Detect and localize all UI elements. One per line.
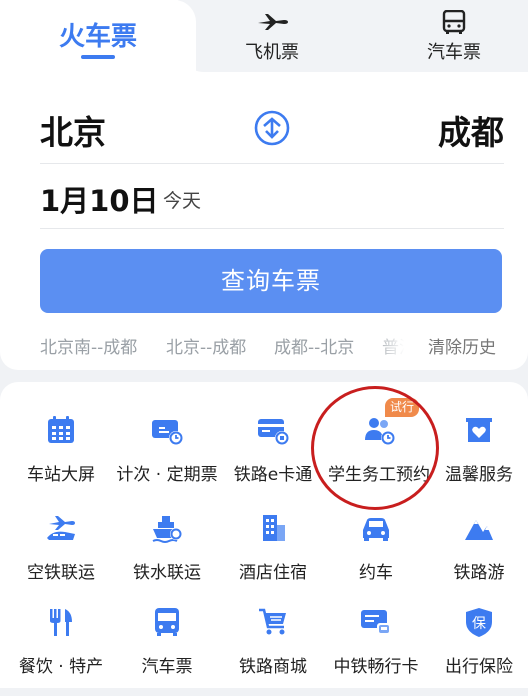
history-item[interactable]: 成都--北京: [274, 333, 354, 358]
service-label: 出行保险: [445, 657, 513, 677]
calendar-grid-icon: [48, 416, 74, 443]
bus-icon: [155, 608, 179, 636]
tab-bus-tickets[interactable]: 汽车票: [394, 0, 514, 72]
service-food-specialty[interactable]: 餐饮 · 特产: [8, 606, 114, 696]
service-bus-tickets[interactable]: 汽车票: [114, 606, 220, 696]
service-railway-mall[interactable]: 铁路商城: [220, 606, 326, 696]
divider: [40, 228, 504, 229]
tab-flight-label: 飞机票: [245, 42, 299, 63]
service-count-ticket[interactable]: 计次 · 定期票: [114, 414, 220, 504]
service-station-screen[interactable]: 车站大屏: [8, 414, 114, 504]
arrival-city[interactable]: 成都: [438, 106, 504, 154]
car-icon: [363, 518, 389, 541]
active-tab-indicator: [81, 55, 115, 59]
service-ride-hailing[interactable]: 约车: [323, 512, 429, 602]
service-label: 车站大屏: [27, 465, 95, 485]
highlight-ring: [311, 386, 439, 510]
mountain-icon: [465, 520, 493, 540]
ticket-type-tabs: 火车票 飞机票 汽车票: [0, 0, 528, 72]
service-railway-ecard[interactable]: 铁路e卡通: [220, 414, 326, 504]
swap-cities-icon[interactable]: [252, 108, 292, 148]
clear-history-button[interactable]: 清除历史: [428, 333, 496, 358]
service-china-rail-card[interactable]: 中铁畅行卡: [323, 606, 429, 696]
svg-text:保: 保: [472, 616, 486, 632]
card-train-icon: [258, 419, 289, 445]
service-label: 汽车票: [141, 657, 193, 677]
service-label: 空铁联运: [27, 563, 95, 583]
bus-icon: [442, 10, 466, 34]
service-hotel[interactable]: 酒店住宿: [220, 512, 326, 602]
history-item[interactable]: 北京南--成都: [40, 333, 137, 358]
service-label: 计次 · 定期票: [116, 465, 218, 485]
ticket-search-card: 火车票 飞机票 汽车票 北京 成都 1月10日 今天 查询车票 北京南--成都 …: [0, 0, 528, 370]
plane-train-icon: [47, 516, 75, 540]
divider: [40, 163, 504, 164]
service-warm-service[interactable]: 温馨服务: [426, 414, 528, 504]
history-item[interactable]: 北京--成都: [166, 333, 246, 358]
service-label: 铁路游: [453, 563, 505, 583]
departure-city[interactable]: 北京: [40, 106, 106, 154]
service-rail-water[interactable]: 铁水联运: [114, 512, 220, 602]
date-relative-label: 今天: [163, 190, 202, 212]
service-travel-insurance[interactable]: 保 出行保险: [426, 606, 528, 696]
tab-train-tickets[interactable]: 火车票: [0, 0, 196, 72]
search-tickets-button[interactable]: 查询车票: [40, 249, 502, 313]
history-fade: [372, 333, 418, 359]
service-rail-travel[interactable]: 铁路游: [426, 512, 528, 602]
shield-icon: 保: [466, 608, 492, 637]
departure-date[interactable]: 1月10日: [40, 178, 159, 220]
cart-icon: [259, 608, 286, 635]
tab-bus-label: 汽车票: [427, 42, 481, 63]
service-air-rail[interactable]: 空铁联运: [8, 512, 114, 602]
service-label: 餐饮 · 特产: [18, 657, 104, 677]
heart-box-icon: [466, 418, 492, 442]
airplane-icon: [258, 14, 288, 30]
services-grid: 车站大屏 计次 · 定期票 铁路e卡通 学生务工预约 温馨服务 空铁联运 铁水联…: [0, 382, 528, 688]
hotel-icon: [263, 515, 285, 541]
service-label: 铁水联运: [133, 563, 201, 583]
tab-train-label: 火车票: [58, 22, 137, 52]
tab-flight-tickets[interactable]: 飞机票: [212, 0, 332, 72]
fork-knife-icon: [50, 609, 72, 636]
train-card-icon: [361, 610, 391, 636]
ship-icon: [152, 516, 182, 543]
ticket-clock-icon: [152, 420, 183, 445]
